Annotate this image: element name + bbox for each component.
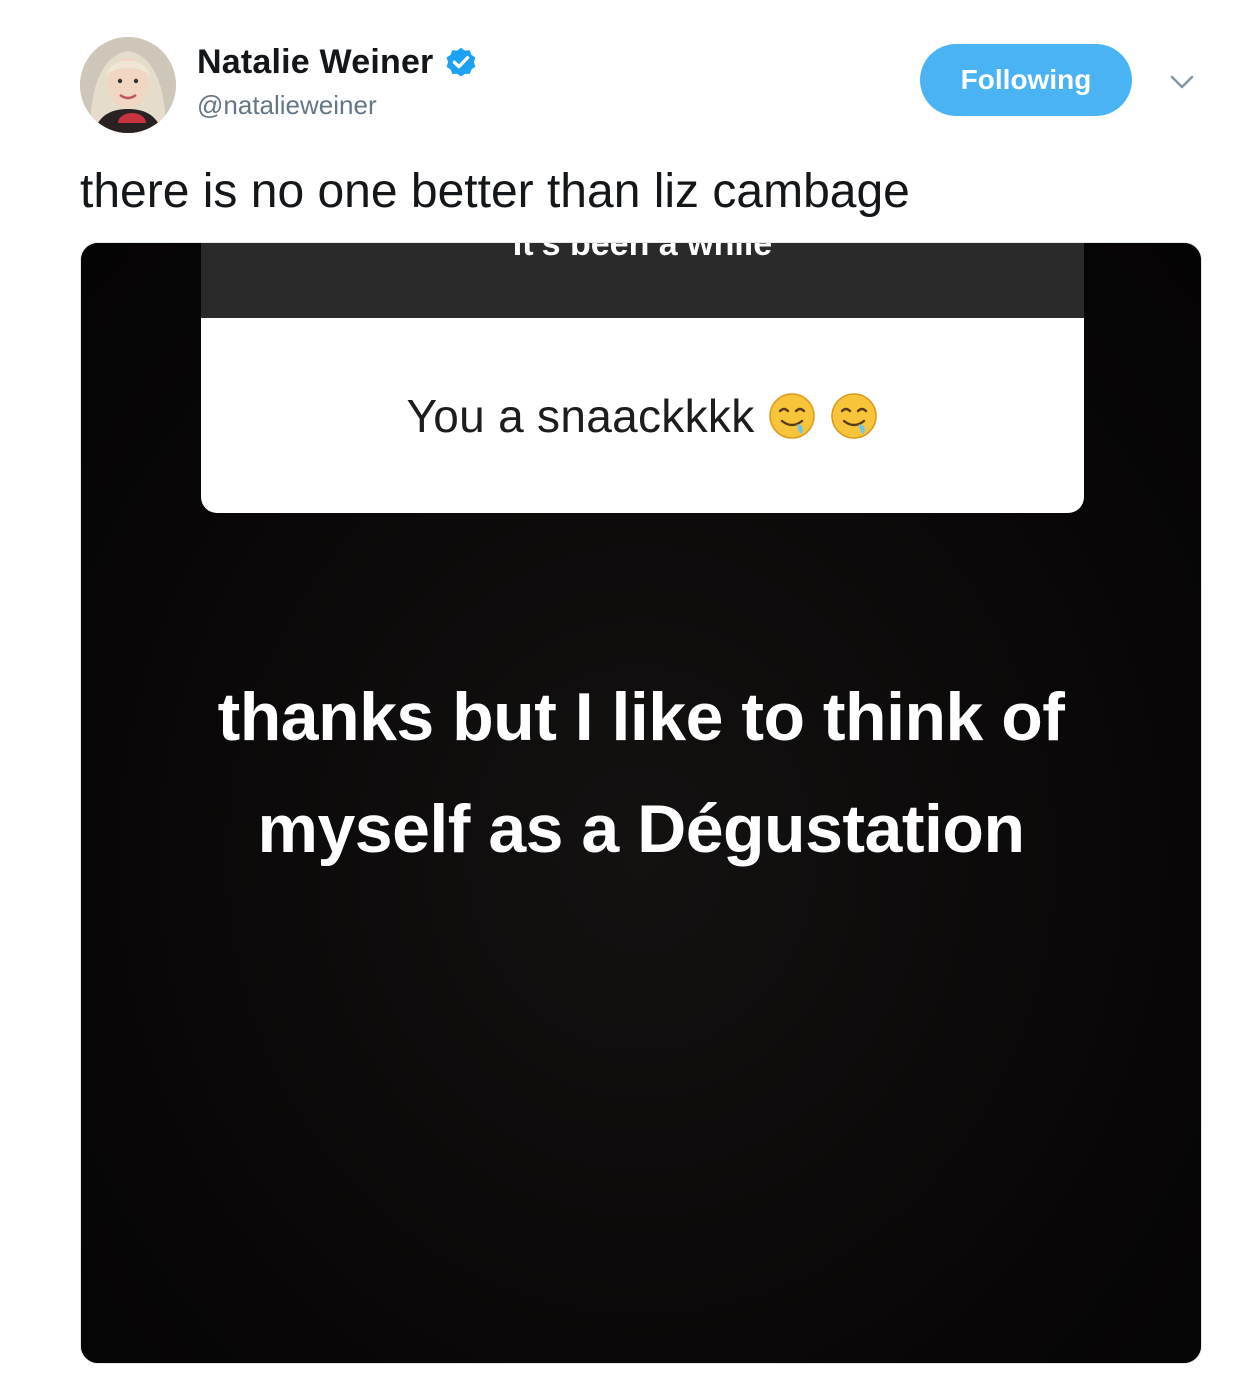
story-reply-line-2: myself as a Dégustation [257, 791, 1025, 867]
author-name-row: Natalie Weiner [197, 40, 479, 84]
story-question-card: It's been a while You a snaackkkk [201, 242, 1084, 513]
tweet-text: there is no one better than liz cambage [80, 165, 910, 218]
question-prompt-area: It's been a while [201, 242, 1084, 318]
author-display-name[interactable]: Natalie Weiner [197, 43, 433, 82]
author-avatar[interactable] [80, 37, 176, 133]
question-answer-area: You a snaackkkk [201, 318, 1084, 513]
story-reply-text: thanks but I like to think of myself as … [81, 661, 1201, 885]
drooling-face-icon [829, 391, 879, 441]
question-prompt: It's been a while [512, 242, 773, 263]
question-answer-text: You a snaackkkk [406, 389, 755, 442]
drooling-face-icon [767, 391, 817, 441]
author-handle[interactable]: @natalieweiner [197, 90, 377, 121]
avatar-image [80, 37, 176, 133]
verified-badge-icon [443, 44, 479, 80]
story-reply-line-1: thanks but I like to think of [217, 679, 1065, 755]
following-button[interactable]: Following [920, 44, 1132, 116]
tweet-media-image[interactable]: It's been a while You a snaackkkk thanks… [80, 242, 1202, 1364]
chevron-down-icon[interactable] [1166, 70, 1198, 94]
